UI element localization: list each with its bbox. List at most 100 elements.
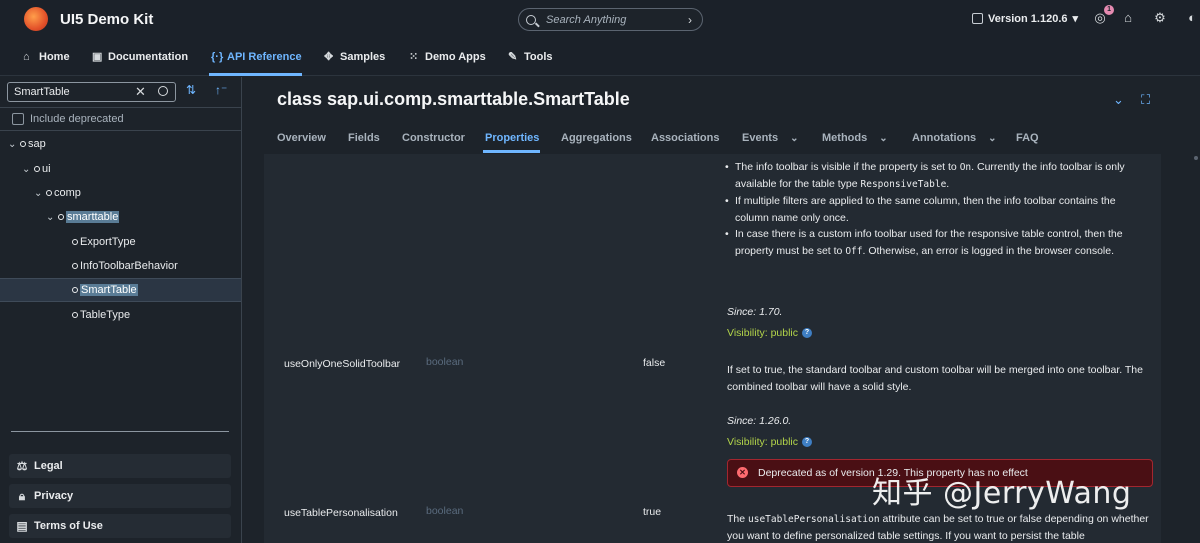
property-type-link[interactable]: boolean: [426, 503, 463, 520]
fullscreen-icon[interactable]: ⛶: [1141, 92, 1150, 108]
include-deprecated-label: Include deprecated: [30, 113, 124, 125]
sidebar-divider: [11, 431, 229, 432]
include-deprecated-row[interactable]: Include deprecated: [0, 107, 241, 131]
property-description: If set to true, the standard toolbar and…: [727, 364, 1143, 393]
versions-icon: [972, 13, 983, 24]
tab-annotations[interactable]: Annotations ⌄: [912, 132, 997, 144]
tab-faq[interactable]: FAQ: [1016, 132, 1039, 144]
watermark: 知乎 @JerryWang: [872, 476, 1132, 511]
tab-associations[interactable]: Associations: [651, 132, 719, 144]
app-title[interactable]: UI5 Demo Kit: [60, 11, 153, 28]
lock-icon: 🔒︎: [18, 488, 26, 503]
samples-icon: ✥: [324, 50, 334, 63]
collapse-all-icon[interactable]: ↑⁻: [215, 83, 227, 97]
api-tree-sidebar: SmartTable ✕ ⇅ ↑⁻ Include deprecated ⌄ sa…: [0, 77, 242, 543]
document-icon: ▤: [16, 519, 28, 533]
gear-icon[interactable]: ⚙: [1152, 10, 1168, 26]
code-icon: {·}: [211, 50, 224, 63]
chevron-down-icon[interactable]: ⌄: [8, 139, 20, 150]
chevron-down-icon[interactable]: ⌄: [22, 164, 34, 175]
version-select[interactable]: Version 1.120.6 ▾: [972, 12, 1078, 25]
property-default: false: [643, 357, 666, 369]
clear-icon[interactable]: ✕: [135, 84, 146, 100]
news-icon[interactable]: ◎ 1: [1092, 5, 1114, 26]
search-field[interactable]: Search Anything ›: [518, 8, 703, 31]
tab-active-indicator: [483, 150, 540, 153]
property-type-link[interactable]: boolean: [426, 354, 463, 371]
version-label: Version 1.120.6: [988, 12, 1068, 25]
help-icon[interactable]: ?: [802, 437, 813, 448]
nav-home[interactable]: ⌂ Home: [23, 51, 70, 63]
tab-constructor[interactable]: Constructor: [402, 132, 465, 144]
chevron-down-icon: ⌄: [790, 132, 799, 144]
nav-demo-apps[interactable]: ⁙ Demo Apps: [409, 51, 486, 63]
scale-icon: ⚖: [16, 459, 28, 473]
nav-tools[interactable]: ✎ Tools: [508, 51, 553, 63]
tab-overview[interactable]: Overview: [277, 132, 326, 144]
tree-item-smarttable[interactable]: ⌄ smarttable: [46, 205, 120, 229]
nav-api-reference[interactable]: {·} API Reference: [211, 51, 302, 63]
include-deprecated-checkbox[interactable]: [12, 113, 24, 125]
since-label: Since: 1.70.: [727, 306, 783, 318]
tree-item-ui[interactable]: ⌄ ui: [22, 157, 51, 181]
search-go-icon[interactable]: ›: [688, 13, 692, 27]
legal-button[interactable]: ⚖ Legal: [9, 454, 231, 478]
user-icon[interactable]: ◐: [1184, 10, 1200, 26]
error-icon: ✕: [737, 467, 748, 478]
tree-item-smarttable-class[interactable]: SmartTable: [72, 278, 138, 302]
description-bullet: If multiple filters are applied to the s…: [725, 193, 1150, 227]
tree-filter-input[interactable]: SmartTable ✕: [7, 82, 176, 102]
help-icon[interactable]: ?: [802, 328, 813, 339]
property-name: useOnlyOneSolidToolbar: [284, 358, 401, 370]
tree-item-comp[interactable]: ⌄ comp: [34, 181, 81, 205]
namespace-icon: [20, 141, 26, 147]
visibility-label: Visibility: public?: [727, 325, 813, 342]
namespace-icon: [58, 214, 64, 220]
property-default: true: [643, 506, 662, 518]
sort-icon[interactable]: ⇅: [186, 83, 196, 97]
nav-active-indicator: [209, 73, 302, 76]
institution-icon[interactable]: ⌂: [1120, 10, 1136, 26]
tab-events[interactable]: Events ⌄: [742, 132, 798, 144]
grid-icon: ⁙: [409, 50, 419, 63]
nav-samples[interactable]: ✥ Samples: [324, 51, 385, 63]
privacy-button[interactable]: 🔒︎ Privacy: [9, 484, 231, 508]
namespace-icon: [46, 190, 52, 196]
class-icon: [72, 287, 78, 293]
tree-item-infotoolbarbehavior[interactable]: InfoToolbarBehavior: [72, 254, 178, 278]
search-icon[interactable]: [158, 86, 168, 96]
visibility-label: Visibility: public?: [727, 434, 813, 451]
tab-methods[interactable]: Methods ⌄: [822, 132, 888, 144]
enum-icon: [72, 263, 78, 269]
content-gutter: [1161, 154, 1200, 543]
property-name: useTablePersonalisation: [284, 507, 398, 519]
notification-badge: 1: [1104, 5, 1114, 15]
tree-item-tabletype[interactable]: TableType: [72, 303, 130, 327]
tree-item-exporttype[interactable]: ExportType: [72, 230, 136, 254]
description-bullet: The info toolbar is visible if the prope…: [725, 159, 1150, 193]
enum-icon: [72, 312, 78, 318]
search-icon: [526, 14, 536, 25]
tab-fields[interactable]: Fields: [348, 132, 380, 144]
tree-item-sap[interactable]: ⌄ sap: [8, 132, 46, 156]
scrollbar-thumb[interactable]: [1194, 156, 1198, 160]
terms-button[interactable]: ▤ Terms of Use: [9, 514, 231, 538]
chevron-down-icon[interactable]: ⌄: [46, 212, 58, 223]
tab-aggregations[interactable]: Aggregations: [561, 132, 632, 144]
page-title: class sap.ui.comp.smarttable.SmartTable: [277, 89, 630, 109]
shell-header: UI5 Demo Kit Search Anything › Version 1…: [0, 0, 1200, 38]
chevron-down-icon: ⌄: [988, 132, 997, 144]
tab-properties[interactable]: Properties: [485, 132, 539, 144]
nav-documentation[interactable]: ▣ Documentation: [92, 51, 188, 63]
chevron-down-icon: ⌄: [879, 132, 888, 144]
caret-down-icon: ▾: [1072, 13, 1079, 25]
enum-icon: [72, 239, 78, 245]
search-placeholder: Search Anything: [546, 13, 627, 26]
home-icon: ⌂: [23, 50, 30, 63]
object-page-header: class sap.ui.comp.smarttable.SmartTable …: [243, 77, 1200, 154]
namespace-icon: [34, 166, 40, 172]
chevron-down-icon[interactable]: ⌄: [34, 188, 46, 199]
ui5-logo-icon[interactable]: [24, 7, 48, 31]
collapse-header-icon[interactable]: ⌄: [1113, 92, 1124, 108]
top-navigation: ⌂ Home ▣ Documentation {·} API Reference…: [0, 38, 1200, 76]
